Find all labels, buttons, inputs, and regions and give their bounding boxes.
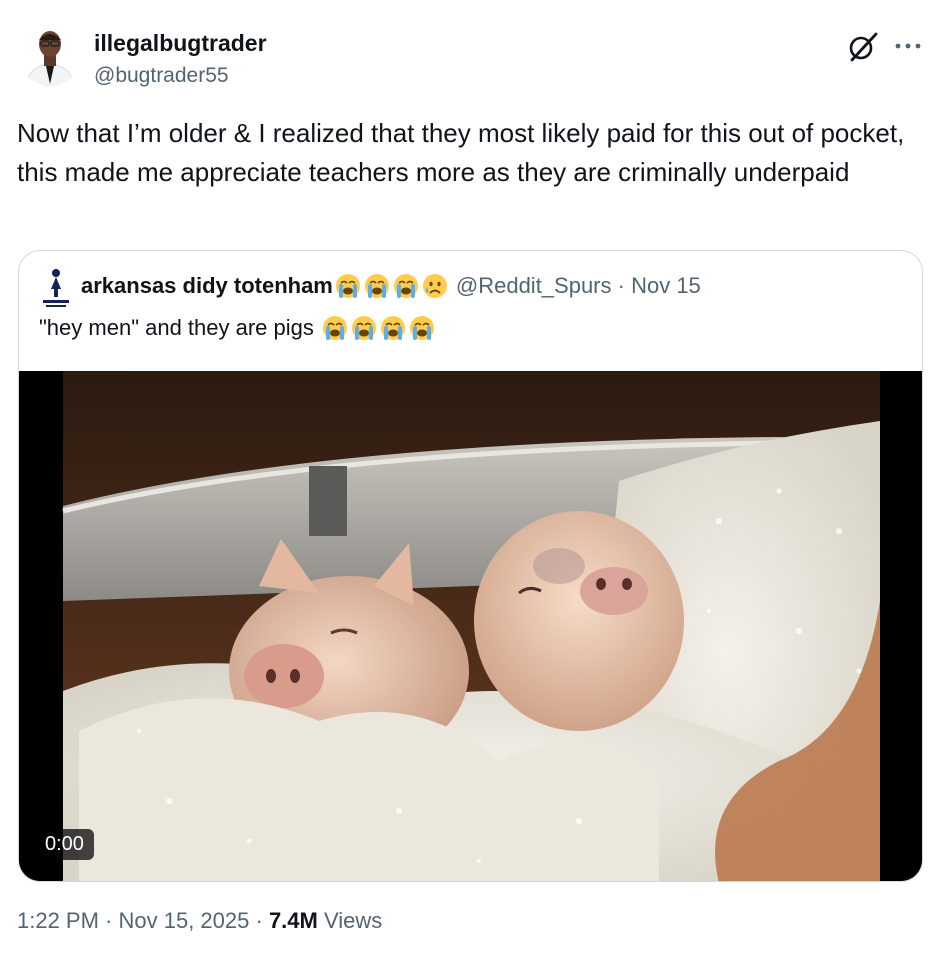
quote-text-row: "hey men" and they are pigs xyxy=(39,315,443,341)
quote-name-emojis xyxy=(335,273,448,299)
author-avatar[interactable] xyxy=(18,22,82,86)
views-count[interactable]: 7.4M xyxy=(269,908,318,933)
loudly-crying-face-icon xyxy=(380,316,405,340)
loudly-crying-face-icon xyxy=(322,316,347,340)
grok-icon[interactable] xyxy=(846,30,880,64)
loudly-crying-face-icon xyxy=(335,274,360,298)
quote-author-avatar[interactable] xyxy=(39,267,73,309)
tweet-text: Now that I’m older & I realized that the… xyxy=(17,118,905,187)
loudly-crying-face-icon xyxy=(351,316,376,340)
video-player[interactable]: 0:00 xyxy=(19,371,922,881)
more-options-icon[interactable] xyxy=(892,30,924,62)
quote-separator: · xyxy=(611,273,632,298)
tweet-time[interactable]: 1:22 PM xyxy=(17,908,99,933)
author-display-name[interactable]: illegalbugtrader xyxy=(94,30,267,57)
video-timestamp: 0:00 xyxy=(35,829,94,860)
crying-face-icon xyxy=(422,274,447,298)
views-label: Views xyxy=(317,908,383,933)
meta-separator: · xyxy=(98,908,119,933)
loudly-crying-face-icon xyxy=(364,274,389,298)
video-frame xyxy=(19,371,922,881)
quoted-tweet[interactable]: arkansas didy totenham @Reddit_Spurs · N… xyxy=(18,250,923,882)
tweet-date[interactable]: Nov 15, 2025 xyxy=(119,908,250,933)
quote-text-emojis xyxy=(322,315,435,341)
quote-handle[interactable]: @Reddit_Spurs xyxy=(456,273,612,299)
loudly-crying-face-icon xyxy=(393,274,418,298)
quote-display-name[interactable]: arkansas didy totenham xyxy=(81,273,333,299)
meta-separator: · xyxy=(249,908,269,933)
quote-header: arkansas didy totenham @Reddit_Spurs · N… xyxy=(81,273,701,299)
tweet-meta: 1:22 PM · Nov 15, 2025 · 7.4M Views xyxy=(17,908,382,934)
quote-text: "hey men" and they are pigs xyxy=(39,315,314,340)
author-handle[interactable]: @bugtrader55 xyxy=(94,64,229,88)
quote-date[interactable]: Nov 15 xyxy=(631,273,701,299)
loudly-crying-face-icon xyxy=(409,316,434,340)
